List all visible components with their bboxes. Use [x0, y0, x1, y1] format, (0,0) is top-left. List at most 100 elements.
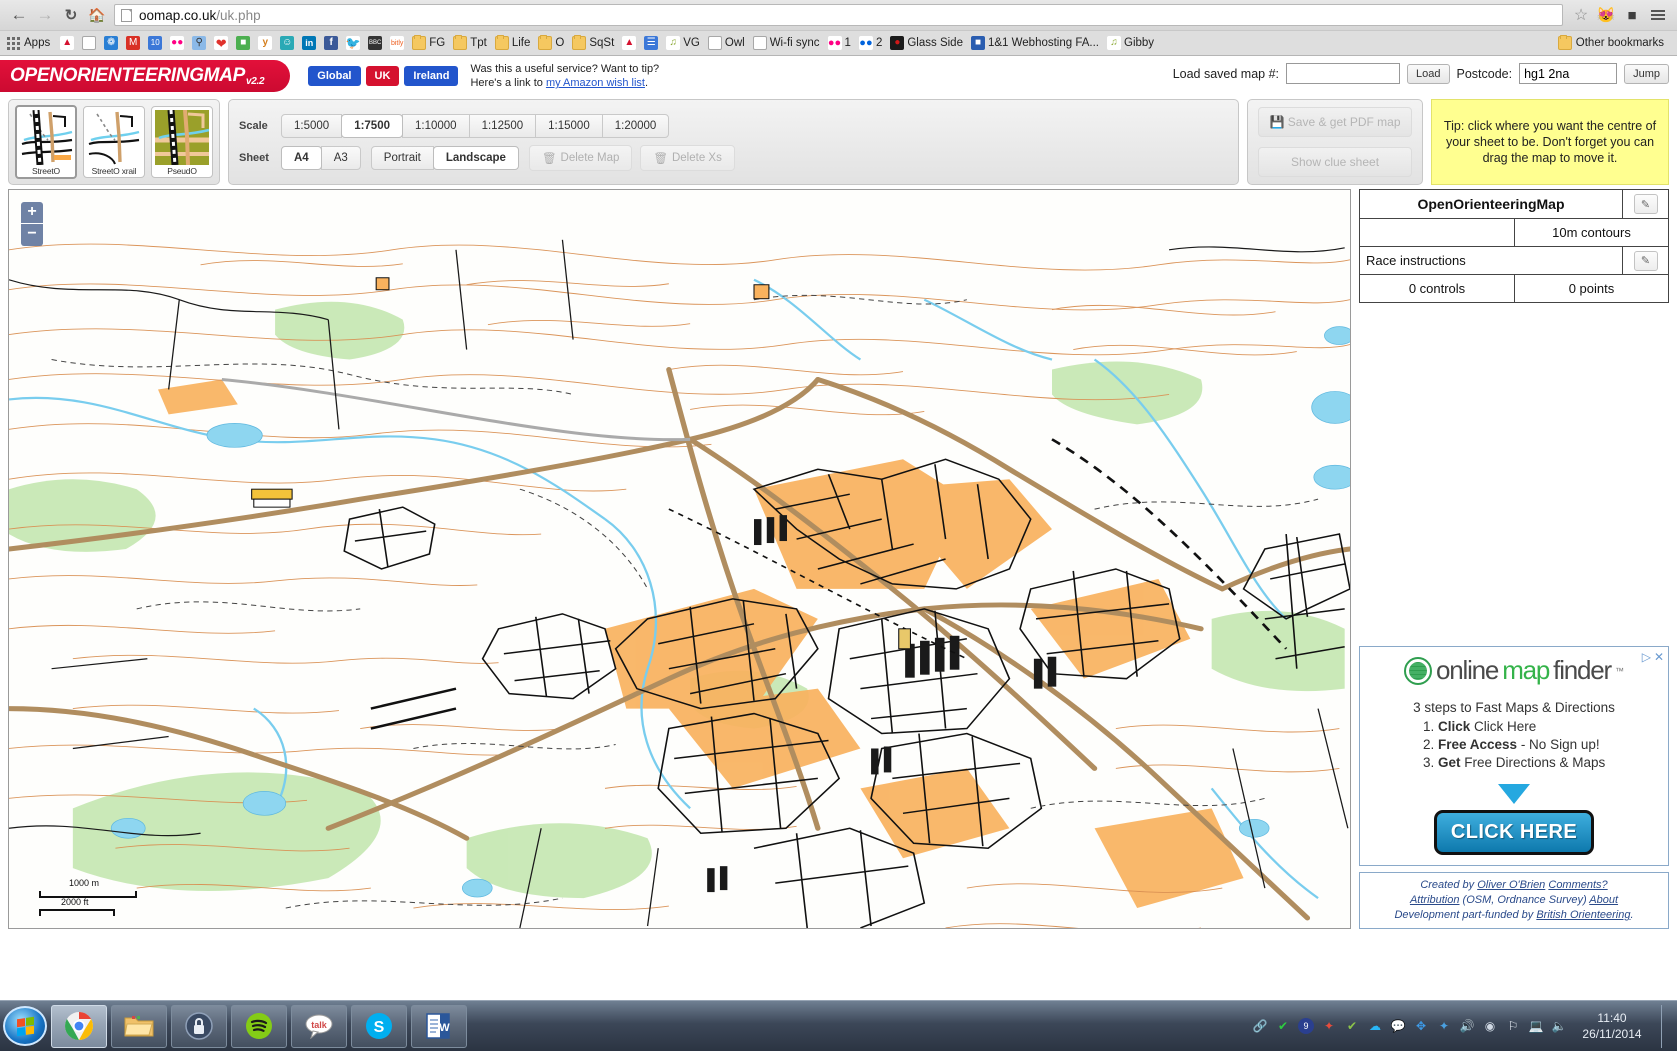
- sheet-option-a3[interactable]: A3: [321, 146, 361, 170]
- bookmark-google-maps[interactable]: ⚲: [188, 34, 210, 52]
- scale-option-15000[interactable]: 1:15000: [535, 114, 603, 138]
- save-pdf-button[interactable]: 💾 Save & get PDF map: [1258, 107, 1412, 137]
- load-saved-map-input[interactable]: [1286, 63, 1400, 84]
- taskbar-item-skype[interactable]: S: [351, 1005, 407, 1048]
- zoom-in-button[interactable]: +: [21, 202, 43, 224]
- taskbar-item-lock[interactable]: [171, 1005, 227, 1048]
- bookmark-bbc[interactable]: BBC: [364, 34, 386, 52]
- postcode-input[interactable]: [1519, 63, 1617, 84]
- bookmark-html5[interactable]: ❁: [100, 34, 122, 52]
- scale-option-5000[interactable]: 1:5000: [281, 114, 342, 138]
- bookmark-calendar[interactable]: 10: [144, 34, 166, 52]
- extension-monkey-icon[interactable]: 😻: [1593, 4, 1619, 26]
- scale-option-10000[interactable]: 1:10000: [402, 114, 470, 138]
- show-desktop-button[interactable]: [1661, 1005, 1671, 1048]
- scale-option-7500[interactable]: 1:7500: [341, 114, 403, 138]
- adchoices-icon[interactable]: ▷: [1642, 650, 1651, 664]
- sheet-option-a4[interactable]: A4: [281, 146, 322, 170]
- load-button[interactable]: Load: [1407, 64, 1449, 84]
- bookmark-ghost[interactable]: ☺: [276, 34, 298, 52]
- bookmark-tpt[interactable]: Tpt: [449, 34, 491, 52]
- bookmark-twitter[interactable]: 🐦: [342, 34, 364, 52]
- about-link[interactable]: About: [1589, 894, 1618, 906]
- attribution-link[interactable]: Attribution: [1410, 894, 1460, 906]
- forward-arrow-icon[interactable]: →: [32, 2, 58, 28]
- edit-race-instructions-button[interactable]: ✎: [1622, 247, 1668, 274]
- taskbar-item-explorer[interactable]: [111, 1005, 167, 1048]
- speech-bubble-icon[interactable]: 💬: [1390, 1018, 1406, 1034]
- bookmark-gmail[interactable]: M: [122, 34, 144, 52]
- network-icon[interactable]: 💻: [1528, 1018, 1544, 1034]
- bookmark-o[interactable]: O: [534, 34, 568, 52]
- region-tab-ireland[interactable]: Ireland: [404, 66, 458, 86]
- bookmark-fg[interactable]: FG: [408, 34, 449, 52]
- windows-start-icon[interactable]: [3, 1006, 47, 1046]
- webcam-icon[interactable]: ◉: [1482, 1018, 1498, 1034]
- style-thumb-pseudo[interactable]: PseudO: [151, 106, 213, 178]
- close-icon[interactable]: ✕: [1654, 650, 1664, 664]
- bookmark-adobe-2[interactable]: ▲: [618, 34, 640, 52]
- bookmark-adobe[interactable]: ▲: [56, 34, 78, 52]
- other-bookmarks-button[interactable]: Other bookmarks: [1558, 36, 1672, 50]
- nine-icon[interactable]: 9: [1298, 1018, 1314, 1034]
- taskbar-item-google-talk[interactable]: talk: [291, 1005, 347, 1048]
- bookmark-facebook[interactable]: f: [320, 34, 342, 52]
- region-tab-global[interactable]: Global: [308, 66, 360, 86]
- bookmark-docs[interactable]: ☰: [640, 34, 662, 52]
- show-clue-sheet-button[interactable]: Show clue sheet: [1258, 147, 1412, 177]
- volume-red-icon[interactable]: 🔊: [1459, 1018, 1475, 1034]
- edit-title-button[interactable]: ✎: [1622, 190, 1668, 218]
- volume-icon[interactable]: 🔈: [1551, 1018, 1567, 1034]
- bookmark-life[interactable]: Life: [491, 34, 535, 52]
- style-thumb-streeto[interactable]: StreetO: [15, 105, 77, 179]
- address-bar[interactable]: oomap.co.uk/uk.php: [114, 4, 1563, 26]
- onedrive-icon[interactable]: ☁: [1367, 1018, 1383, 1034]
- bookmark-vg[interactable]: ♫VG: [662, 34, 704, 52]
- orientation-option-landscape[interactable]: Landscape: [433, 146, 519, 170]
- comments-link[interactable]: Comments?: [1548, 879, 1607, 891]
- bookmark-evernote[interactable]: ■: [232, 34, 254, 52]
- advertisement[interactable]: ▷ ✕ onlinemapfinder™ 3 steps to Fast Map…: [1359, 646, 1669, 866]
- bookmark-1and1[interactable]: ■1&1 Webhosting FA...: [967, 34, 1103, 52]
- scale-option-12500[interactable]: 1:12500: [469, 114, 537, 138]
- dropbox-icon[interactable]: ✦: [1436, 1018, 1452, 1034]
- star-icon[interactable]: ☆: [1569, 5, 1593, 25]
- ad-click-here-button[interactable]: CLICK HERE: [1434, 810, 1594, 855]
- style-thumb-streeto-xrail[interactable]: StreetO xrail: [83, 106, 145, 178]
- zoom-out-button[interactable]: −: [21, 224, 43, 246]
- bookmark-sqst[interactable]: SqSt: [568, 34, 618, 52]
- taskbar-item-spotify[interactable]: [231, 1005, 287, 1048]
- delete-xs-button[interactable]: 🗑Delete Xs: [640, 145, 734, 171]
- bookmark-page-1[interactable]: [78, 34, 100, 52]
- apps-button[interactable]: Apps: [5, 35, 56, 52]
- back-arrow-icon[interactable]: ←: [6, 2, 32, 28]
- jump-button[interactable]: Jump: [1624, 64, 1669, 84]
- orientation-option-portrait[interactable]: Portrait: [371, 146, 434, 170]
- amazon-wish-list-link[interactable]: my Amazon wish list: [546, 77, 645, 89]
- delete-map-button[interactable]: 🗑Delete Map: [529, 145, 632, 171]
- taskbar-item-word[interactable]: W: [411, 1005, 467, 1048]
- bookmark-owl[interactable]: Owl: [704, 34, 749, 52]
- bookmark-gibby[interactable]: ♫Gibby: [1103, 34, 1158, 52]
- link-icon[interactable]: 🔗: [1252, 1018, 1268, 1034]
- flag-icon[interactable]: ⚐: [1505, 1018, 1521, 1034]
- bookmark-bitly[interactable]: bitly: [386, 34, 408, 52]
- bookmark-1[interactable]: ●●1: [824, 34, 855, 52]
- map-canvas[interactable]: + − 1000 m 2000 ft: [8, 189, 1351, 929]
- home-icon[interactable]: 🏠: [84, 2, 110, 28]
- taskbar-clock[interactable]: 11:40 26/11/2014: [1574, 1010, 1650, 1042]
- british-orienteering-link[interactable]: British Orienteering: [1536, 909, 1630, 921]
- region-tab-uk[interactable]: UK: [366, 66, 400, 86]
- bookmark-heart[interactable]: ❤: [210, 34, 232, 52]
- bookmark-2[interactable]: ●●2: [855, 34, 886, 52]
- greenshot-icon[interactable]: ✔: [1275, 1018, 1291, 1034]
- bookmark-linkedin[interactable]: in: [298, 34, 320, 52]
- hamburger-menu-icon[interactable]: [1645, 10, 1671, 20]
- bookmark-wifi-sync[interactable]: Wi-fi sync: [749, 34, 824, 52]
- bookmark-flickr[interactable]: ●●: [166, 34, 188, 52]
- scale-option-20000[interactable]: 1:20000: [602, 114, 670, 138]
- bookmark-glass-side[interactable]: ●Glass Side: [886, 34, 967, 52]
- evernote-extension-icon[interactable]: ■: [1619, 4, 1645, 26]
- taskbar-item-chrome[interactable]: [51, 1005, 107, 1048]
- share-icon[interactable]: ✥: [1413, 1018, 1429, 1034]
